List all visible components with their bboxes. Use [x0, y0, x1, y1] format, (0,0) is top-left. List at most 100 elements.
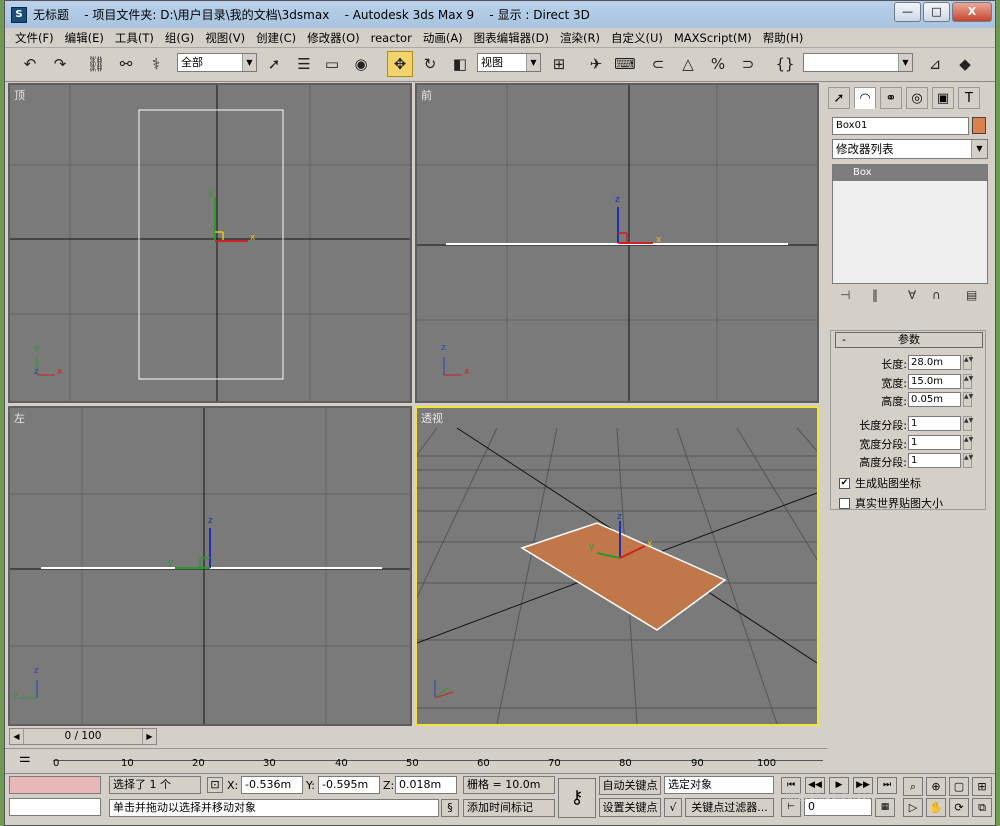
auto-key-button[interactable]: 自动关键点 [599, 776, 661, 795]
gen-map-coords-row[interactable]: ✔ 生成贴图坐标 [839, 475, 921, 491]
selection-filter-dropdown[interactable]: 全部 ▼ [177, 53, 257, 72]
spinner-icon[interactable]: ▲▼ [963, 453, 973, 468]
minimize-button[interactable]: — [894, 2, 921, 22]
select-rotate-icon[interactable]: ↻ [417, 51, 443, 77]
select-object-icon[interactable]: ➚ [261, 51, 287, 77]
time-tag-icon[interactable]: § [441, 799, 459, 817]
modify-tab-icon[interactable]: ◠ [854, 87, 876, 109]
viewport-left[interactable]: 左 z y z y [8, 406, 412, 726]
param-height-input[interactable]: 0.05m [908, 392, 961, 407]
z-coord-field[interactable]: 0.018m [395, 776, 457, 794]
track-bar[interactable]: ⚌ 0 10 20 30 40 50 60 70 80 90 100 [5, 748, 827, 772]
menu-file[interactable]: 文件(F) [11, 30, 61, 46]
orbit-icon[interactable]: ⟳ [949, 798, 969, 817]
motion-tab-icon[interactable]: ◎ [906, 87, 928, 109]
menu-modifiers[interactable]: 修改器(O) [303, 30, 367, 46]
set-key-button[interactable]: 设置关键点 [599, 798, 661, 817]
param-width-segs-input[interactable]: 1 [908, 435, 961, 450]
undo-icon[interactable]: ↶ [17, 51, 43, 77]
menu-group[interactable]: 组(G) [161, 30, 201, 46]
menu-edit[interactable]: 编辑(E) [61, 30, 111, 46]
menu-animation[interactable]: 动画(A) [419, 30, 470, 46]
next-frame-icon[interactable]: ▶ [142, 729, 156, 744]
param-length-input[interactable]: 28.0m [908, 355, 961, 370]
snaps-toggle-icon[interactable]: ⊂ [645, 51, 671, 77]
link-icon[interactable]: ⛓ [83, 51, 109, 77]
menu-maxscript[interactable]: MAXScript(M) [670, 31, 759, 45]
mirror-icon[interactable]: ⊿ [922, 51, 948, 77]
percent-snap-icon[interactable]: % [705, 51, 731, 77]
spinner-snap-icon[interactable]: ⊃ [735, 51, 761, 77]
y-coord-field[interactable]: -0.595m [318, 776, 380, 794]
curve-editor-icon[interactable]: ⚌ [19, 751, 31, 766]
align-icon[interactable]: ◆ [952, 51, 978, 77]
bind-space-warp-icon[interactable]: ⚕ [143, 51, 169, 77]
maximize-button[interactable]: □ [923, 2, 950, 22]
object-name-field[interactable]: Box01 [832, 117, 969, 135]
keyboard-shortcut-icon[interactable]: ⌨ [612, 51, 638, 77]
select-move-icon[interactable]: ✥ [387, 51, 413, 77]
menu-reactor[interactable]: reactor [367, 31, 419, 45]
parameters-rollout-title[interactable]: - 参数 [835, 332, 983, 348]
spinner-icon[interactable]: ▲▼ [963, 374, 973, 389]
hierarchy-tab-icon[interactable]: ⚭ [880, 87, 902, 109]
show-end-result-icon[interactable]: ‖ [872, 288, 878, 302]
zoom-all-icon[interactable]: ⊕ [926, 777, 946, 796]
key-mode-dropdown[interactable]: 选定对象 [664, 776, 774, 794]
close-button[interactable]: X [952, 2, 992, 22]
menu-help[interactable]: 帮助(H) [759, 30, 811, 46]
spinner-icon[interactable]: ▲▼ [963, 392, 973, 407]
spinner-icon[interactable]: ▲▼ [963, 355, 973, 370]
viewport-top[interactable]: 顶 y x y x z [8, 83, 412, 403]
modifier-list-dropdown[interactable]: 修改器列表 ▼ [832, 139, 988, 159]
param-height-segs-input[interactable]: 1 [908, 453, 961, 468]
time-slider[interactable]: ◀ 0 / 100 ▶ [9, 728, 157, 745]
menu-customize[interactable]: 自定义(U) [607, 30, 670, 46]
display-tab-icon[interactable]: ▣ [932, 87, 954, 109]
select-scale-icon[interactable]: ◧ [447, 51, 473, 77]
object-color-swatch[interactable] [972, 117, 986, 134]
viewport-perspective[interactable]: 透视 z y x [415, 406, 819, 726]
remove-modifier-icon[interactable]: ∩ [932, 288, 941, 302]
default-in-out-icon[interactable]: √ [664, 798, 682, 817]
angle-snap-icon[interactable]: △ [675, 51, 701, 77]
zoom-extents-icon[interactable]: ▢ [949, 777, 969, 796]
menu-tools[interactable]: 工具(T) [111, 30, 161, 46]
key-filters-button[interactable]: 关键点过滤器... [685, 798, 774, 817]
maxscript-input[interactable] [9, 798, 101, 816]
rect-selection-icon[interactable]: ▭ [319, 51, 345, 77]
named-selection-dropdown[interactable]: ▼ [803, 53, 913, 72]
fov-icon[interactable]: ▷ [903, 798, 923, 817]
add-time-tag[interactable]: 添加时间标记 [463, 799, 555, 817]
lock-selection-icon[interactable]: ⊡ [207, 777, 223, 793]
gen-map-coords-checkbox[interactable]: ✔ [839, 477, 850, 489]
pin-stack-icon[interactable]: ⊣ [840, 288, 850, 302]
maxscript-listener-mini[interactable] [9, 776, 101, 794]
select-by-name-icon[interactable]: ☰ [291, 51, 317, 77]
spinner-icon[interactable]: ▲▼ [963, 416, 973, 431]
app-icon[interactable]: S [11, 6, 27, 23]
pivot-center-icon[interactable]: ⊞ [546, 51, 572, 77]
zoom-icon[interactable]: ⌕ [903, 777, 923, 796]
x-coord-field[interactable]: -0.536m [241, 776, 303, 794]
go-to-end-icon[interactable]: ⏭ [877, 777, 897, 794]
utilities-tab-icon[interactable]: T [958, 87, 980, 109]
stack-item-box[interactable]: Box [833, 165, 987, 181]
window-crossing-icon[interactable]: ◉ [348, 51, 374, 77]
key-icon[interactable]: ⚷ [558, 778, 596, 818]
zoom-extents-all-icon[interactable]: ⊞ [972, 777, 992, 796]
param-length-segs-input[interactable]: 1 [908, 416, 961, 431]
maximize-viewport-icon[interactable]: ⧉ [972, 798, 992, 817]
ref-coord-dropdown[interactable]: 视图 ▼ [477, 53, 541, 72]
prev-frame-icon[interactable]: ◀ [10, 729, 24, 744]
make-unique-icon[interactable]: ∀ [908, 288, 916, 302]
redo-icon[interactable]: ↷ [47, 51, 73, 77]
menu-view[interactable]: 视图(V) [201, 30, 252, 46]
create-tab-icon[interactable]: ➚ [828, 87, 850, 109]
pan-hand-icon[interactable]: ✋ [926, 798, 946, 817]
time-config-icon[interactable]: ▦ [875, 798, 895, 817]
menu-create[interactable]: 创建(C) [252, 30, 303, 46]
select-manipulate-icon[interactable]: ✈ [583, 51, 609, 77]
viewport-front[interactable]: 前 z x z x [415, 83, 819, 403]
real-world-map-row[interactable]: 真实世界贴图大小 [839, 495, 943, 511]
